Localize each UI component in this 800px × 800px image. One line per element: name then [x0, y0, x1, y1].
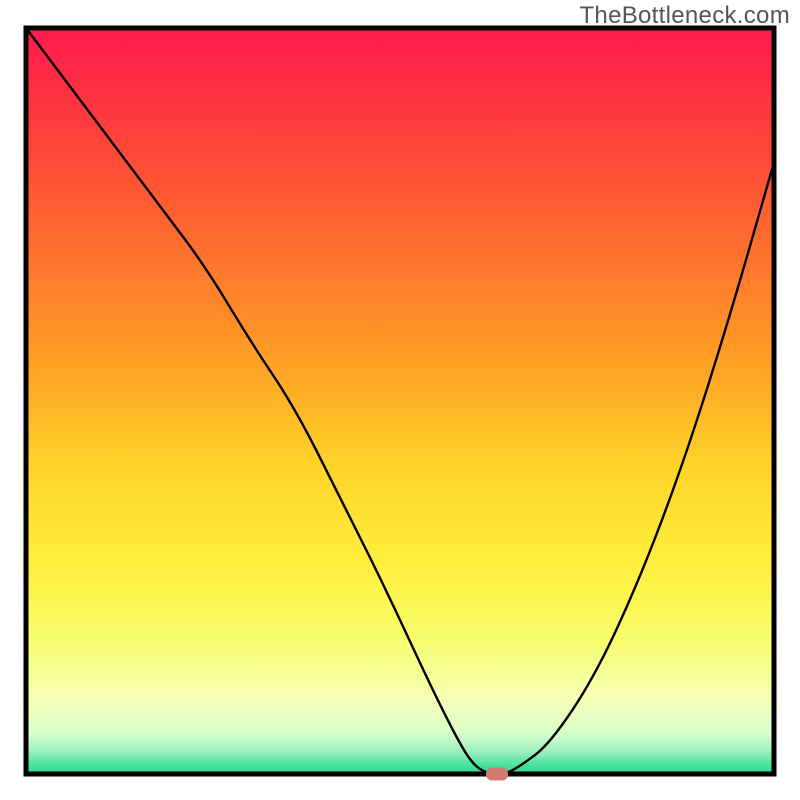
optimal-point-marker: [486, 768, 508, 781]
chart-svg: [0, 0, 800, 800]
chart-canvas: TheBottleneck.com: [0, 0, 800, 800]
plot-background: [26, 28, 774, 774]
watermark-text: TheBottleneck.com: [579, 2, 790, 30]
